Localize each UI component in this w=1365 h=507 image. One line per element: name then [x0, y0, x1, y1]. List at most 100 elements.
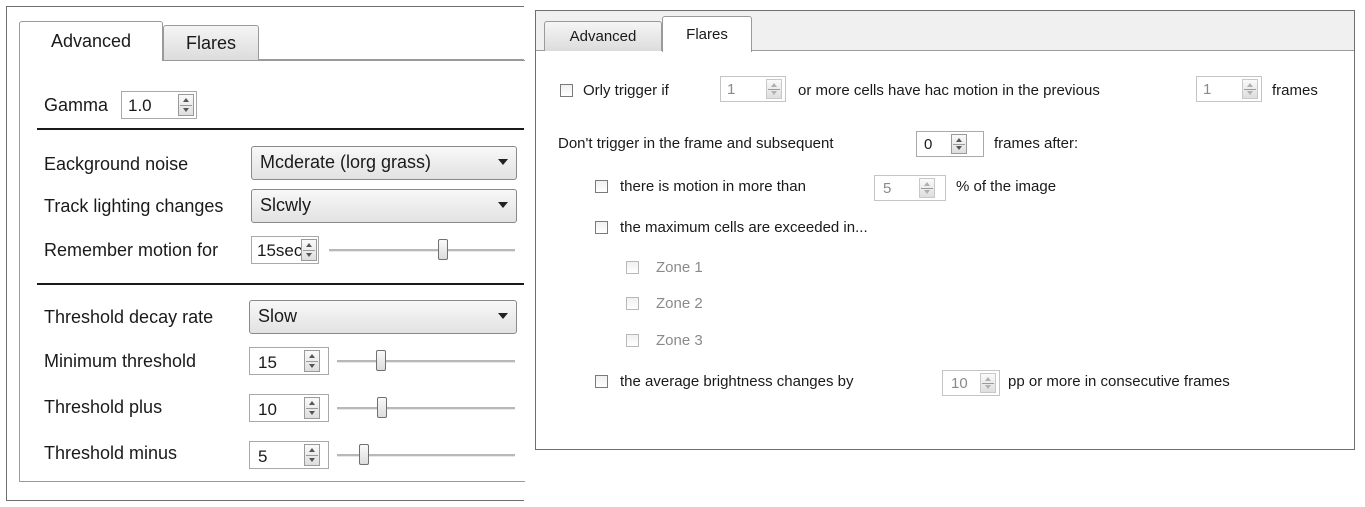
brightness-suffix-label: pp or more in consecutive frames — [1008, 373, 1230, 390]
threshold-plus-value: 10 — [258, 400, 277, 419]
section-divider — [37, 283, 524, 285]
arrow-up-icon — [1247, 83, 1253, 87]
slider-handle[interactable] — [375, 350, 386, 371]
tab-label: Flares — [185, 32, 236, 53]
brightness-spinbox[interactable]: 10 — [942, 370, 1000, 396]
threshold-minus-slider[interactable] — [337, 443, 515, 467]
threshold-decay-value: Slow — [258, 306, 298, 326]
min-cells-spinbox[interactable]: 1 — [720, 76, 786, 102]
min-threshold-slider[interactable] — [337, 349, 515, 373]
tab-label: Advanced — [569, 28, 637, 45]
threshold-plus-slider[interactable] — [337, 396, 515, 420]
zone-2-label: Zone 2 — [656, 295, 703, 312]
only-trigger-checkbox[interactable] — [560, 84, 573, 97]
arrow-down-icon — [1247, 91, 1253, 95]
brightness-checkbox[interactable] — [595, 375, 608, 388]
motion-percent-checkbox[interactable] — [595, 180, 608, 193]
zone-1-checkbox[interactable] — [626, 261, 639, 274]
zone-2-checkbox[interactable] — [626, 297, 639, 310]
arrow-up-icon — [956, 138, 962, 142]
percent-image-label: % of the image — [956, 178, 1057, 195]
brightness-stepper[interactable] — [980, 373, 996, 393]
arrow-down-icon — [771, 91, 777, 95]
previous-frames-value: 1 — [1203, 81, 1212, 98]
threshold-plus-label: Threshold plus — [44, 397, 163, 417]
arrow-up-icon — [771, 83, 777, 87]
arrow-down-icon — [309, 411, 315, 415]
tab-label: Flares — [686, 26, 728, 43]
min-threshold-label: Minimum threshold — [44, 351, 197, 371]
threshold-minus-value: 5 — [258, 447, 268, 466]
motion-percent-stepper[interactable] — [919, 178, 935, 198]
min-threshold-value: 15 — [258, 353, 277, 372]
arrow-up-icon — [183, 98, 189, 102]
threshold-plus-spinbox[interactable]: 10 — [249, 394, 329, 422]
dont-trigger-label: Don't trigger in the frame and subsequen… — [558, 135, 834, 152]
arrow-up-icon — [985, 377, 991, 381]
slider-handle[interactable] — [438, 239, 449, 260]
flares-settings-panel: Advanced Flares Orly trigger if 1 or mor… — [535, 10, 1355, 450]
motion-percent-spinbox[interactable]: 5 — [874, 175, 946, 201]
tab-label: Advanced — [50, 31, 132, 51]
subsequent-frames-stepper[interactable] — [951, 134, 967, 154]
gamma-value: 1.0 — [128, 96, 152, 115]
threshold-decay-label: Threshold decay rate — [44, 307, 214, 327]
chevron-down-icon — [498, 202, 508, 208]
track-lighting-label: Track lighting changes — [44, 196, 224, 216]
max-cells-checkbox[interactable] — [595, 221, 608, 234]
min-threshold-stepper[interactable] — [304, 350, 320, 372]
min-threshold-spinbox[interactable]: 15 — [249, 347, 329, 375]
gamma-stepper[interactable] — [178, 94, 194, 116]
arrow-down-icon — [306, 253, 312, 257]
advanced-settings-panel: Advanced Flares Gamma 1.0 Eackground noi… — [6, 6, 525, 501]
previous-frames-spinbox[interactable]: 1 — [1196, 76, 1262, 102]
arrow-up-icon — [924, 182, 930, 186]
chevron-down-icon — [498, 313, 508, 319]
arrow-down-icon — [309, 458, 315, 462]
arrow-down-icon — [309, 364, 315, 368]
arrow-up-icon — [309, 448, 315, 452]
tab-flares[interactable]: Flares — [662, 16, 752, 52]
max-cells-label: the maximum cells are exceeded in... — [620, 219, 868, 236]
background-noise-value: Mcderate (lorg grass) — [260, 152, 432, 172]
gamma-spinbox[interactable]: 1.0 — [121, 91, 197, 119]
min-cells-stepper[interactable] — [766, 79, 782, 99]
remember-motion-value: 15sec — [257, 241, 303, 260]
frames-label: frames — [1272, 82, 1318, 99]
only-trigger-middle-text: or more cells have hac motion in the pre… — [798, 82, 1100, 99]
chevron-down-icon — [498, 159, 508, 165]
brightness-value: 10 — [951, 375, 968, 392]
threshold-minus-spinbox[interactable]: 5 — [249, 441, 329, 469]
slider-handle[interactable] — [377, 397, 388, 418]
threshold-plus-stepper[interactable] — [304, 397, 320, 419]
brightness-label: the average brightness changes by — [620, 373, 854, 390]
tab-advanced[interactable]: Advanced — [544, 21, 662, 51]
previous-frames-stepper[interactable] — [1242, 79, 1258, 99]
zone-1-label: Zone 1 — [656, 259, 703, 276]
remember-motion-spinbox[interactable]: 15sec — [251, 236, 319, 264]
section-divider — [37, 128, 524, 130]
tab-flares[interactable]: Flares — [163, 25, 259, 60]
arrow-up-icon — [306, 243, 312, 247]
slider-handle[interactable] — [358, 444, 369, 465]
arrow-up-icon — [309, 354, 315, 358]
track-lighting-dropdown[interactable]: Slcwly — [251, 189, 517, 223]
zone-3-checkbox[interactable] — [626, 334, 639, 347]
zone-3-label: Zone 3 — [656, 332, 703, 349]
remember-motion-stepper[interactable] — [301, 239, 317, 261]
background-noise-dropdown[interactable]: Mcderate (lorg grass) — [251, 146, 517, 180]
remember-motion-slider[interactable] — [329, 238, 515, 262]
track-lighting-value: Slcwly — [260, 195, 312, 215]
frames-after-label: frames after: — [994, 135, 1079, 152]
subsequent-frames-value: 0 — [924, 136, 933, 153]
remember-motion-label: Remember motion for — [44, 240, 219, 260]
motion-percent-value: 5 — [883, 180, 892, 197]
arrow-down-icon — [985, 385, 991, 389]
threshold-minus-stepper[interactable] — [304, 444, 320, 466]
arrow-down-icon — [956, 146, 962, 150]
background-noise-label: Eackground noise — [44, 154, 189, 174]
subsequent-frames-spinbox[interactable]: 0 — [916, 131, 984, 157]
tab-advanced[interactable]: Advanced — [19, 21, 163, 61]
threshold-decay-dropdown[interactable]: Slow — [249, 300, 517, 334]
threshold-minus-label: Threshold minus — [44, 443, 178, 463]
